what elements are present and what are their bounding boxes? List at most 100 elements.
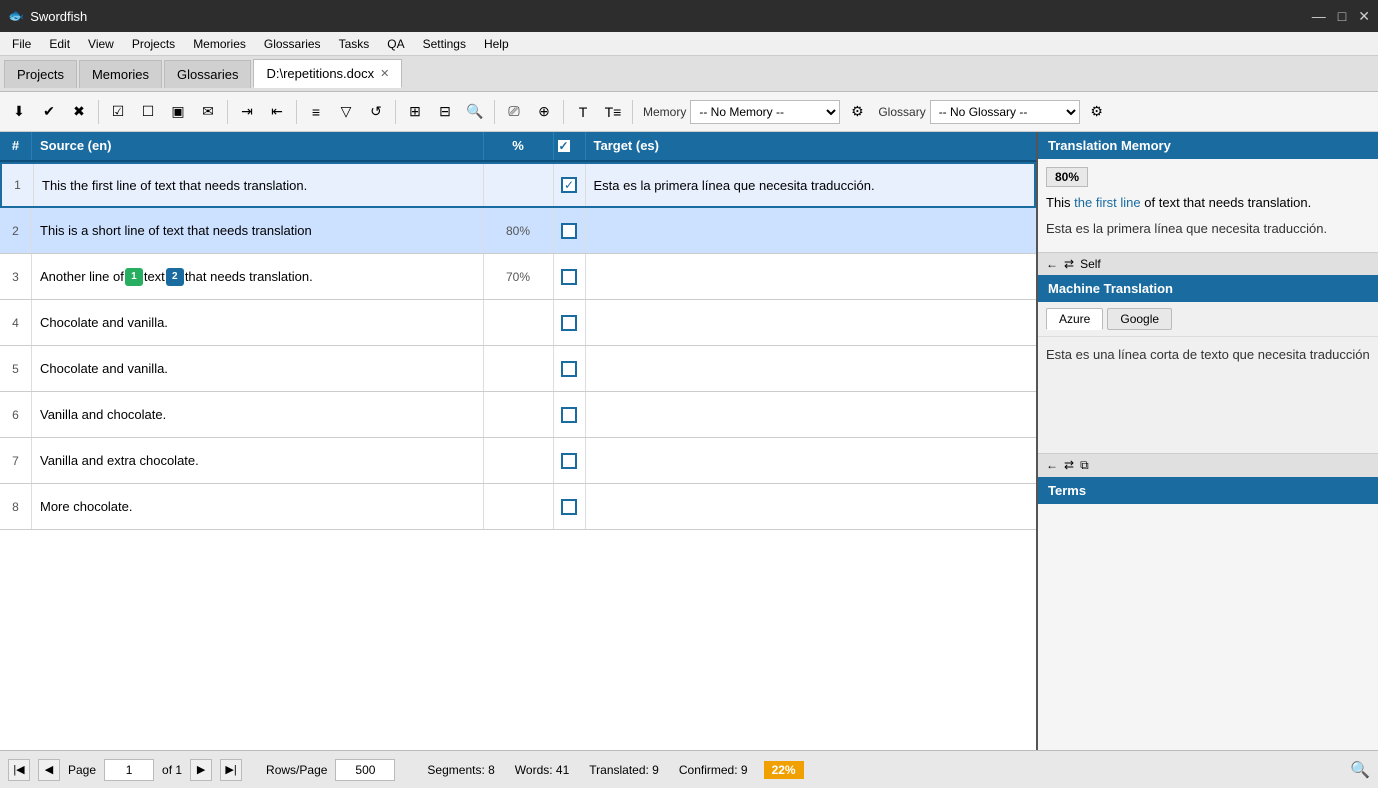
row-source[interactable]: This the first line of text that needs t… [34, 164, 484, 206]
maximize-button[interactable]: □ [1338, 8, 1346, 25]
filter-button[interactable]: ▽ [333, 99, 359, 125]
row-source[interactable]: Vanilla and chocolate. [32, 392, 484, 437]
sep4 [395, 100, 396, 124]
nav-next-button[interactable]: ▶ [190, 759, 212, 781]
menu-settings[interactable]: Settings [415, 35, 474, 53]
table-row[interactable]: 4 Chocolate and vanilla. [0, 300, 1036, 346]
row-checkbox[interactable] [561, 361, 577, 377]
uncheck-button[interactable]: ☐ [135, 99, 161, 125]
row-check[interactable] [554, 438, 586, 483]
row-target[interactable] [586, 484, 1037, 529]
join-button[interactable]: ⊟ [432, 99, 458, 125]
table-row[interactable]: 7 Vanilla and extra chocolate. [0, 438, 1036, 484]
tab-memories[interactable]: Memories [79, 60, 162, 88]
table-row[interactable]: 5 Chocolate and vanilla. [0, 346, 1036, 392]
row-target[interactable] [586, 346, 1037, 391]
menu-qa[interactable]: QA [379, 35, 412, 53]
nav-last-button[interactable]: ▶| [220, 759, 242, 781]
row-source[interactable]: Chocolate and vanilla. [32, 346, 484, 391]
row-source[interactable]: More chocolate. [32, 484, 484, 529]
refresh-button[interactable]: ↺ [363, 99, 389, 125]
row-target[interactable] [586, 254, 1037, 299]
export-button[interactable]: ⬇ [6, 99, 32, 125]
row-check[interactable] [554, 254, 586, 299]
minimize-button[interactable]: — [1312, 8, 1326, 25]
table-row[interactable]: 3 Another line of 1text2 that needs tran… [0, 254, 1036, 300]
row-check[interactable] [554, 300, 586, 345]
row-check[interactable] [554, 484, 586, 529]
tm-insert-icon[interactable]: ← [1046, 257, 1058, 271]
row-checkbox[interactable] [561, 223, 577, 239]
tab-glossaries[interactable]: Glossaries [164, 60, 251, 88]
zoom-button[interactable]: ⊕ [531, 99, 557, 125]
mt-tab-google[interactable]: Google [1107, 308, 1172, 330]
row-target[interactable]: Esta es la primera línea que necesita tr… [586, 164, 1035, 206]
menu-tasks[interactable]: Tasks [331, 35, 378, 53]
nav-prev-button[interactable]: ◀ [38, 759, 60, 781]
check-all-button[interactable]: ☑ [105, 99, 131, 125]
mt-translate-icon[interactable]: ⇄ [1064, 458, 1074, 472]
row-checkbox[interactable] [561, 407, 577, 423]
row-check[interactable] [554, 346, 586, 391]
replace-button[interactable]: ⎚ [501, 99, 527, 125]
close-button[interactable]: ✕ [1358, 8, 1370, 25]
reject-button[interactable]: ✖ [66, 99, 92, 125]
row-check[interactable] [554, 164, 586, 206]
memory-select[interactable]: -- No Memory -- [690, 100, 840, 124]
row-check[interactable] [554, 208, 586, 253]
row-checkbox[interactable] [561, 499, 577, 515]
row-source[interactable]: Chocolate and vanilla. [32, 300, 484, 345]
glossary-select[interactable]: -- No Glossary -- [930, 100, 1080, 124]
title-bar-left: 🐟 Swordfish [8, 8, 87, 24]
memory-settings-button[interactable]: ⚙ [844, 99, 870, 125]
header-checkbox[interactable] [556, 138, 572, 154]
title-bar-controls[interactable]: — □ ✕ [1312, 8, 1370, 25]
mt-insert-icon[interactable]: ← [1046, 458, 1058, 472]
tab-document[interactable]: D:\repetitions.docx ✕ [253, 59, 402, 88]
mt-tab-azure[interactable]: Azure [1046, 308, 1103, 330]
tab-close-icon[interactable]: ✕ [380, 67, 389, 80]
row-num: 5 [0, 346, 32, 391]
menu-help[interactable]: Help [476, 35, 517, 53]
search-icon-bottom[interactable]: 🔍 [1350, 760, 1370, 780]
row-checkbox[interactable] [561, 269, 577, 285]
sort-button[interactable]: ≡ [303, 99, 329, 125]
menu-glossaries[interactable]: Glossaries [256, 35, 329, 53]
mt-copy-icon[interactable]: ⧉ [1080, 458, 1089, 473]
row-target[interactable] [586, 208, 1037, 253]
tm-translate-icon[interactable]: ⇄ [1064, 257, 1074, 271]
menu-projects[interactable]: Projects [124, 35, 183, 53]
nav-first-button[interactable]: |◀ [8, 759, 30, 781]
table-row[interactable]: 6 Vanilla and chocolate. [0, 392, 1036, 438]
table-row[interactable]: 1 This the first line of text that needs… [0, 162, 1036, 208]
row-checkbox[interactable] [561, 453, 577, 469]
format-button2[interactable]: T≡ [600, 99, 626, 125]
row-source[interactable]: This is a short line of text that needs … [32, 208, 484, 253]
row-target[interactable] [586, 438, 1037, 483]
menu-memories[interactable]: Memories [185, 35, 254, 53]
glossary-settings-button[interactable]: ⚙ [1084, 99, 1110, 125]
tab-projects[interactable]: Projects [4, 60, 77, 88]
indent-button[interactable]: ⇥ [234, 99, 260, 125]
rows-input[interactable] [335, 759, 395, 781]
search-button[interactable]: 🔍 [462, 99, 488, 125]
page-input[interactable] [104, 759, 154, 781]
row-target[interactable] [586, 300, 1037, 345]
row-source[interactable]: Another line of 1text2 that needs transl… [32, 254, 484, 299]
row-checkbox[interactable] [561, 177, 577, 193]
table-row[interactable]: 8 More chocolate. [0, 484, 1036, 530]
menu-edit[interactable]: Edit [41, 35, 78, 53]
menu-file[interactable]: File [4, 35, 39, 53]
row-target[interactable] [586, 392, 1037, 437]
accept-button[interactable]: ✔ [36, 99, 62, 125]
menu-view[interactable]: View [80, 35, 122, 53]
table-row[interactable]: 2 This is a short line of text that need… [0, 208, 1036, 254]
segment-button[interactable]: ⊞ [402, 99, 428, 125]
row-checkbox[interactable] [561, 315, 577, 331]
row-source[interactable]: Vanilla and extra chocolate. [32, 438, 484, 483]
check-square-button[interactable]: ▣ [165, 99, 191, 125]
format-button1[interactable]: T [570, 99, 596, 125]
outdent-button[interactable]: ⇤ [264, 99, 290, 125]
send-button[interactable]: ✉ [195, 99, 221, 125]
row-check[interactable] [554, 392, 586, 437]
